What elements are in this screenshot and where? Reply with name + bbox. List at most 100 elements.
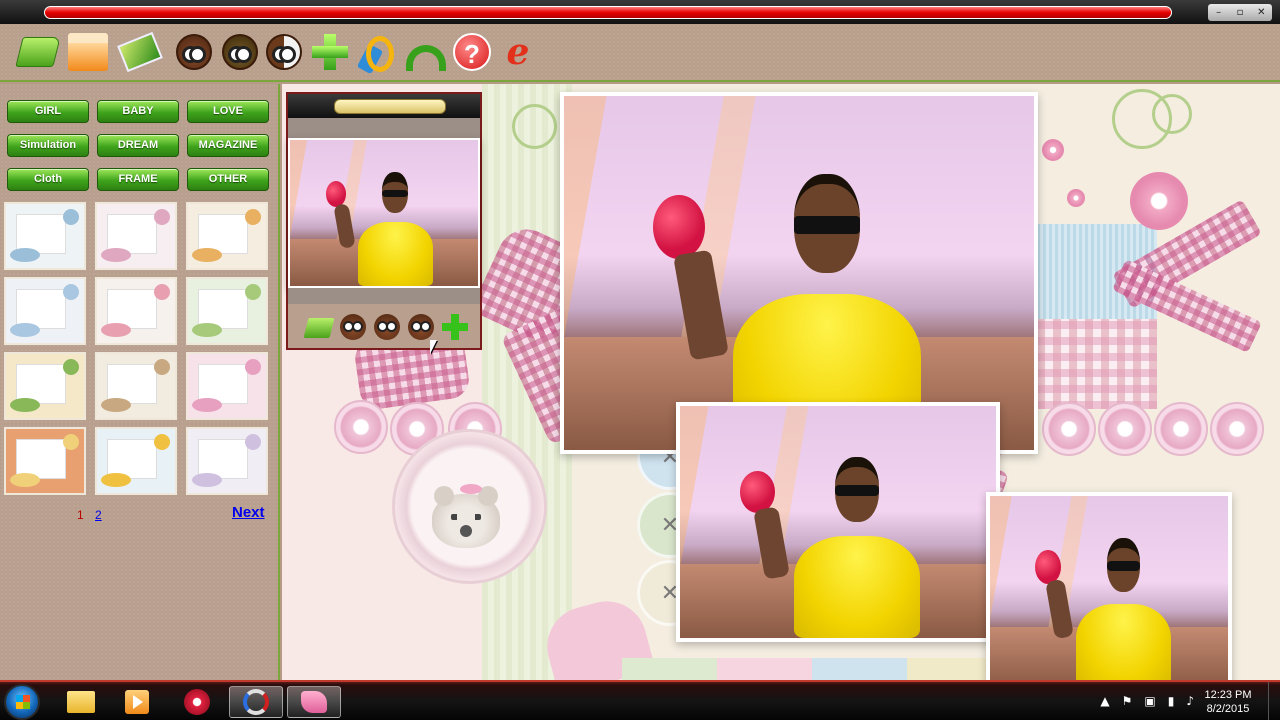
note-button[interactable] [117,31,163,73]
template-thumbnail[interactable] [95,202,177,270]
teddy-bear-face [432,486,500,548]
template-decoration [10,398,40,412]
template-decoration [101,323,131,337]
photo-person-sunglasses [794,216,861,235]
move-button[interactable] [310,32,350,72]
template-decoration [154,284,170,300]
teddy-bear-nose [460,525,472,537]
template-thumbnail[interactable] [95,352,177,420]
preview-open-folder-icon[interactable] [303,318,335,338]
template-thumbnail[interactable] [4,352,86,420]
folder-icon [67,691,95,713]
template-decoration [245,434,261,450]
itunes-icon [184,689,210,715]
taskbar-collage-app[interactable] [287,686,341,718]
category-button-other[interactable]: OTHER [187,168,269,191]
template-thumbnail[interactable] [4,427,86,495]
category-button-simulation[interactable]: Simulation [7,134,89,157]
taskbar-itunes[interactable] [170,686,224,718]
preview-owl-icon[interactable] [340,314,366,340]
photo-slot-large[interactable] [560,92,1038,454]
category-button-cloth[interactable]: Cloth [7,168,89,191]
pastel-strip [622,658,1002,680]
preview-drag-handle[interactable] [334,99,446,114]
category-button-magazine[interactable]: MAGAZINE [187,134,269,157]
category-button-dream[interactable]: DREAM [97,134,179,157]
template-thumbnail[interactable] [186,277,268,345]
close-button[interactable]: ✕ [1251,4,1272,21]
mouse-cursor-icon [430,340,437,354]
pink-button-decoration [1042,402,1096,456]
preview-owl-icon[interactable] [408,314,434,340]
template-thumbnail[interactable] [95,277,177,345]
show-hidden-icons-icon[interactable]: ▲ [1100,694,1109,708]
template-decoration [63,209,79,225]
pink-gingham-paper [1037,319,1157,409]
template-thumbnail[interactable] [186,427,268,495]
brush-icon [356,32,396,72]
action-center-icon[interactable]: ⚑ [1122,694,1133,708]
start-button[interactable] [4,684,40,720]
clock-date: 8/2/2015 [1206,703,1250,715]
template-decoration [154,359,170,375]
device-icon[interactable]: ▣ [1144,694,1155,708]
minimize-button[interactable]: – [1208,4,1229,21]
help-button[interactable]: ? [452,32,492,72]
preview-panel-header [288,94,480,118]
category-button-girl[interactable]: GIRL [7,100,89,123]
maximize-button[interactable]: ▫ [1229,4,1250,21]
owl-button-3[interactable] [264,32,304,72]
template-decoration [245,284,261,300]
page-2-link[interactable]: 2 [95,508,102,522]
show-desktop-button[interactable] [1268,682,1280,720]
system-clock[interactable]: 12:23 PM 8/2/2015 [1198,688,1258,716]
category-button-frame[interactable]: FRAME [97,168,179,191]
owl-button-1[interactable] [174,32,214,72]
vine-swirl [1152,94,1192,134]
next-page-link[interactable]: Next [232,504,265,521]
photo-slot-medium[interactable] [676,402,1000,642]
template-thumbnail[interactable] [4,277,86,345]
taskbar-snagit[interactable] [229,686,283,718]
template-thumbnail[interactable] [95,427,177,495]
template-decoration [192,473,222,487]
internet-explorer-button[interactable]: e [498,32,538,72]
move-icon [310,32,350,72]
pink-button-decoration [1098,402,1152,456]
owl-icon [176,34,212,70]
template-thumbnail[interactable] [4,202,86,270]
box-button[interactable] [68,32,108,72]
owl-icon [222,34,258,70]
category-button-baby[interactable]: BABY [97,100,179,123]
ie-icon: e [506,31,530,73]
template-decoration [192,248,222,262]
template-panel: GIRL BABY LOVE Simulation DREAM MAGAZINE… [0,84,280,680]
taskbar-explorer[interactable] [54,686,108,718]
template-decoration [101,248,131,262]
taskbar-media-player[interactable] [110,686,164,718]
photo-preview-panel[interactable] [286,92,482,350]
open-folder-button[interactable] [15,32,61,72]
preview-owl-icon[interactable] [374,314,400,340]
category-button-love[interactable]: LOVE [187,100,269,123]
open-folder-icon [15,37,61,67]
preview-photo [288,138,480,288]
photo-person-shirt [793,535,921,638]
brush-button[interactable] [356,32,396,72]
undo-button[interactable] [406,32,446,72]
pink-button-decoration [1154,402,1208,456]
volume-icon[interactable]: ♪ [1186,694,1194,708]
network-icon[interactable]: ▮ [1168,694,1175,708]
template-decoration [10,248,40,262]
template-decoration [63,434,79,450]
photo-slot-small[interactable] [986,492,1232,680]
photo-person-shirt [1075,603,1171,680]
preview-bottom-strip [288,288,480,304]
template-thumbnail[interactable] [186,352,268,420]
template-decoration [154,434,170,450]
owl-button-2[interactable] [220,32,260,72]
help-icon: ? [453,33,491,71]
preview-move-icon[interactable] [442,314,468,340]
template-decoration [63,359,79,375]
template-thumbnail[interactable] [186,202,268,270]
